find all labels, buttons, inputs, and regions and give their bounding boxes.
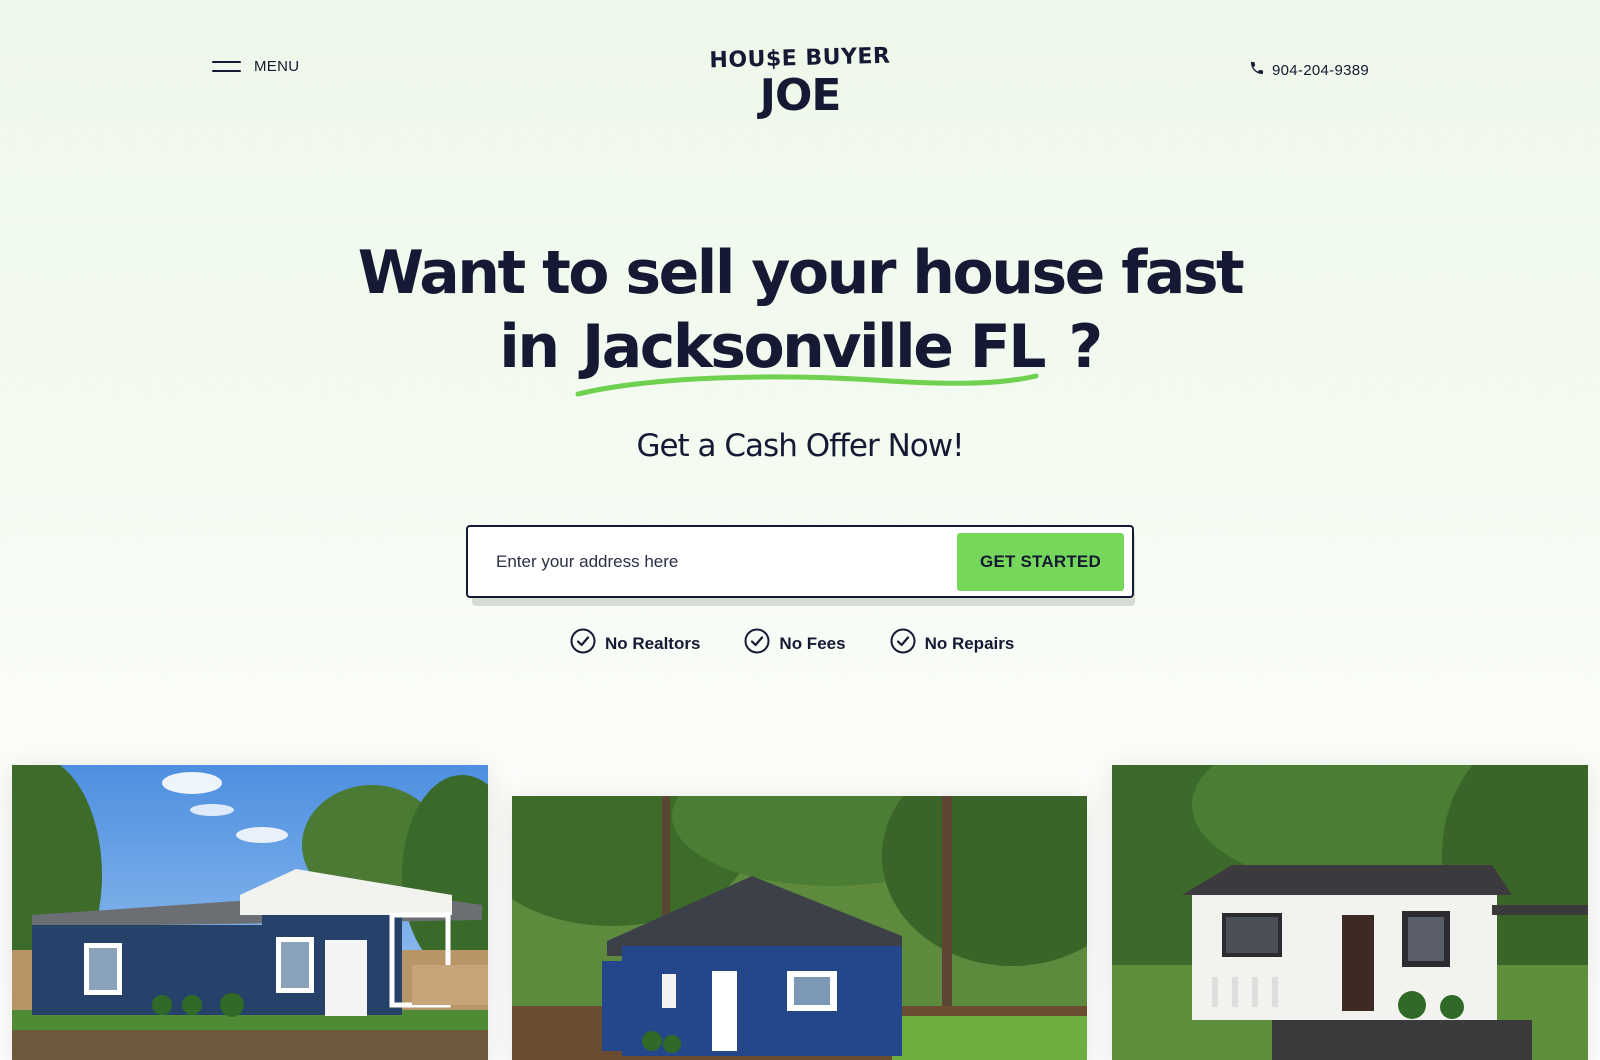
hamburger-icon [212, 60, 241, 73]
logo-tagline: HOU$E BUYER [709, 43, 891, 74]
site-logo[interactable]: HOU$E BUYER JOE [700, 43, 900, 121]
house-photo-navy [12, 765, 488, 1060]
menu-button[interactable]: MENU [212, 58, 299, 75]
hero-title-line2: in Jacksonville FL ? [300, 310, 1300, 397]
check-circle-icon [890, 628, 916, 659]
house-photo-icon [512, 796, 1087, 1060]
address-input[interactable] [496, 541, 957, 582]
phone-link[interactable]: 904-204-9389 [1249, 60, 1369, 81]
hero-title-prefix: in [499, 312, 560, 382]
house-photo-white [1112, 765, 1588, 1060]
benefits-list: No Realtors No Fees No Repairs [570, 628, 1014, 659]
benefit-item: No Repairs [890, 628, 1015, 659]
hero-title-line1: Want to sell your house fast [357, 238, 1245, 308]
phone-number: 904-204-9389 [1272, 62, 1370, 79]
house-photo-blue [512, 796, 1087, 1060]
benefit-label: No Realtors [605, 633, 701, 653]
house-photo-icon [1112, 765, 1588, 1060]
benefit-item: No Fees [744, 628, 846, 659]
city-underline-icon [575, 373, 1039, 397]
hero-title: Want to sell your house fast in Jacksonv… [300, 236, 1300, 397]
phone-icon [1249, 60, 1265, 81]
benefit-item: No Realtors [570, 628, 700, 659]
benefit-label: No Repairs [924, 633, 1015, 653]
hero-title-suffix: ? [1068, 312, 1103, 382]
site-header: MENU HOU$E BUYER JOE 904-204-9389 [0, 0, 1600, 140]
check-circle-icon [570, 628, 596, 659]
menu-label: MENU [254, 58, 300, 75]
house-photo-icon [12, 765, 488, 1060]
hero-city: Jacksonville FL [575, 310, 1047, 397]
benefit-label: No Fees [779, 633, 846, 653]
get-started-button[interactable]: GET STARTED [957, 532, 1124, 591]
hero-subtitle: Get a Cash Offer Now! [636, 428, 964, 464]
check-circle-icon [744, 628, 770, 659]
logo-wordmark: JOE [759, 70, 842, 121]
address-form: GET STARTED [466, 525, 1134, 598]
